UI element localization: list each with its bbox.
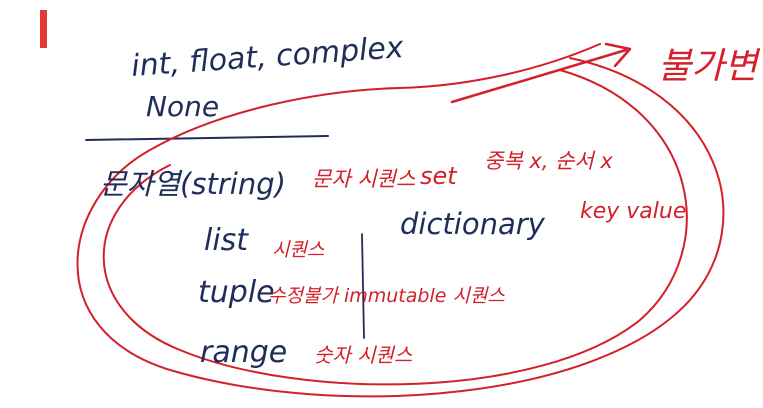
handwriting-canvas: int, float, complex None 불가변 문자열(string)… (76, 30, 761, 398)
arrow-line (450, 48, 628, 104)
dict-type-text: dictionary (400, 207, 546, 241)
string-note-text: 문자 시퀀스 (312, 167, 416, 191)
list-type-text: list (204, 223, 249, 258)
string-type-text: 문자열(string) (100, 167, 286, 201)
whiteboard: int, float, complex None 불가변 문자열(string)… (0, 0, 763, 408)
tuple-type-text: tuple (198, 275, 275, 310)
list-note-text: 시퀀스 (272, 239, 325, 261)
range-type-text: range (200, 335, 287, 370)
divider-line (85, 135, 329, 141)
range-note-text: 숫자 시퀀스 (314, 343, 413, 367)
set-note-text: 중복 x, 순서 x (484, 149, 613, 173)
set-type-text: set (420, 162, 458, 190)
numeric-types-text: int, float, complex (130, 30, 405, 84)
dict-note-text: key value (580, 199, 686, 224)
immutable-label: 불가변 (658, 46, 761, 87)
none-type-text: None (146, 90, 219, 123)
tuple-note-text: 수정불가 immutable 시퀀스 (268, 285, 505, 307)
